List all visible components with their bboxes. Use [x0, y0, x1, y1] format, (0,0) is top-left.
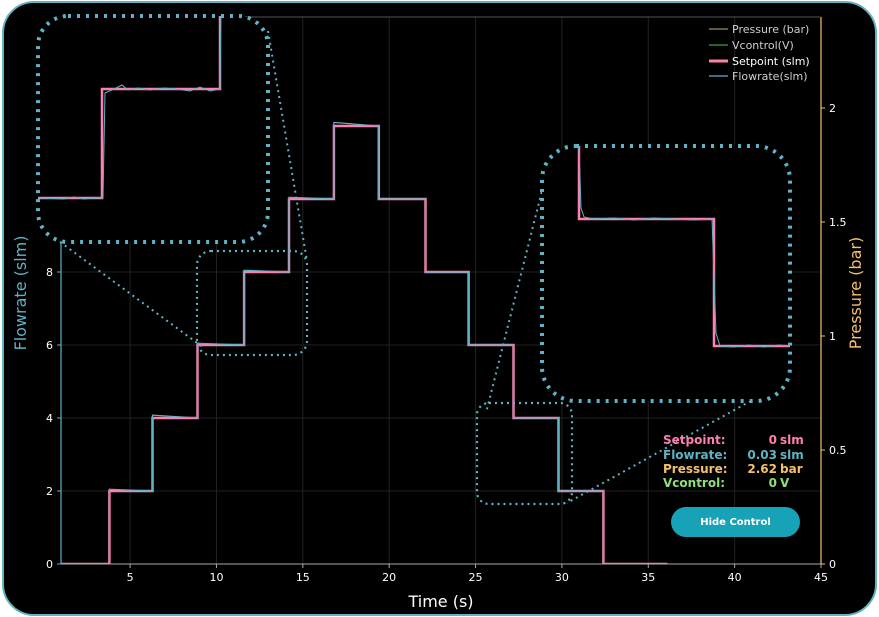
x-tick-label: 45 — [814, 571, 828, 584]
y-right-tick-label: 0 — [829, 558, 836, 571]
readout-pressure-unit: bar — [780, 462, 803, 476]
readout-setpoint-label: Setpoint: — [663, 433, 726, 447]
readout-flowrate-label: Flowrate: — [663, 448, 727, 462]
y-left-tick-label: 2 — [46, 485, 53, 498]
y-left-tick-label: 8 — [46, 266, 53, 279]
y-right-tick-label: 1 — [829, 330, 836, 343]
x-tick-label: 35 — [641, 571, 655, 584]
zoom-connector-1a — [267, 30, 308, 262]
legend-label-vcontrol: Vcontrol(V) — [732, 39, 794, 52]
x-tick-label: 30 — [555, 571, 569, 584]
y-right-tick-label: 0.5 — [829, 444, 847, 457]
readout-pressure-label: Pressure: — [663, 462, 728, 476]
readout-setpoint-unit: slm — [780, 433, 804, 447]
y-left-tick-label: 4 — [46, 412, 53, 425]
zoom-connector-2b — [566, 397, 757, 504]
legend-label-setpoint: Setpoint (slm) — [732, 55, 810, 68]
y-right-tick-layer: 0 0.5 1 1.5 2 — [821, 102, 847, 571]
readout-panel: Setpoint: 0 slm Flowrate: 0.03 slm Press… — [663, 433, 804, 490]
legend-label-flowrate: Flowrate(slm) — [732, 70, 808, 83]
readout-vcontrol-label: Vcontrol: — [663, 476, 725, 490]
x-tick-layer: 5 10 15 20 25 30 35 40 45 — [127, 564, 828, 584]
readout-pressure-value: 2.62 — [747, 462, 777, 476]
zoom-inset-1 — [36, 14, 270, 244]
x-tick-label: 25 — [469, 571, 483, 584]
chart-frame: 5 10 15 20 25 30 35 40 45 0 2 4 6 8 0 0.5 1 1.5 2 Time (… — [2, 1, 877, 616]
zoom-source-box-1 — [195, 249, 309, 357]
readout-vcontrol-value: 0 — [769, 476, 777, 490]
y-left-axis-title: Flowrate (slm) — [11, 236, 30, 351]
y-right-tick-label: 2 — [829, 102, 836, 115]
readout-flowrate-value: 0.03 — [747, 448, 777, 462]
readout-vcontrol-unit: V — [780, 476, 790, 490]
zoom-inset-2 — [540, 144, 792, 403]
x-tick-label: 10 — [209, 571, 223, 584]
zoom-connector-2a — [485, 162, 550, 414]
x-tick-label: 20 — [382, 571, 396, 584]
x-tick-label: 15 — [296, 571, 310, 584]
zoom-connector-1b — [59, 241, 205, 349]
hide-control-button[interactable]: Hide Control — [671, 507, 800, 537]
y-left-tick-label: 6 — [46, 339, 53, 352]
readout-setpoint-value: 0 — [769, 433, 777, 447]
x-tick-label: 40 — [728, 571, 742, 584]
y-right-axis-title: Pressure (bar) — [846, 237, 865, 349]
y-left-tick-layer: 0 2 4 6 8 — [46, 266, 61, 571]
x-axis-title: Time (s) — [407, 592, 473, 611]
y-right-tick-label: 1.5 — [829, 216, 847, 229]
readout-flowrate-unit: slm — [780, 448, 804, 462]
legend-label-pressure: Pressure (bar) — [732, 23, 809, 36]
legend: Pressure (bar) Vcontrol(V) Setpoint (slm… — [709, 23, 810, 83]
x-tick-label: 5 — [127, 571, 134, 584]
y-left-tick-label: 0 — [46, 558, 53, 571]
